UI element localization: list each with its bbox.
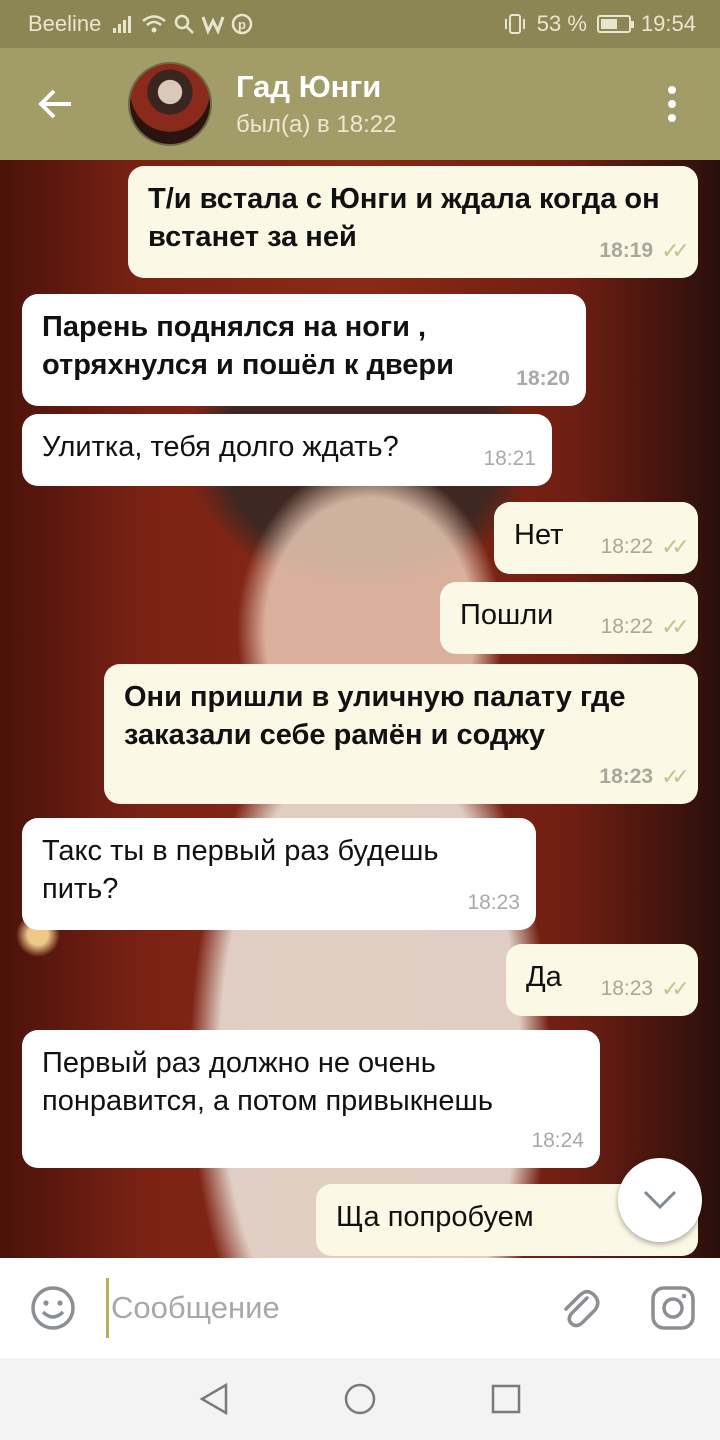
chat-area[interactable]: Т/и встала с Юнги и ждала когда он встан…	[0, 160, 720, 1258]
attach-button[interactable]	[532, 1258, 626, 1358]
arrow-left-icon	[38, 89, 71, 119]
message-bubble[interactable]: Пошли 18:22 ✓✓	[440, 582, 698, 654]
paperclip-icon	[564, 1290, 600, 1328]
clock: 19:54	[640, 11, 696, 36]
message-meta: 18:20	[516, 360, 570, 398]
message-text: Т/и встала с Юнги и ждала когда он встан…	[148, 183, 660, 253]
message-meta: 18:22 ✓✓	[600, 528, 690, 566]
message-text: Да	[526, 961, 562, 993]
message-meta: 18:21	[483, 440, 536, 478]
nav-recents-icon[interactable]	[488, 1381, 524, 1417]
vibrate-icon	[504, 14, 525, 34]
message-text: Пошли	[460, 599, 554, 631]
back-button[interactable]	[0, 48, 110, 160]
message-bubble[interactable]: Они пришли в уличную палату где заказали…	[104, 664, 698, 804]
status-icons: p	[111, 13, 253, 35]
system-nav-bar	[0, 1358, 720, 1440]
double-check-icon: ✓✓	[661, 614, 690, 639]
signal-icon	[113, 16, 132, 33]
more-vertical-icon	[668, 86, 676, 94]
nav-home-icon[interactable]	[342, 1381, 378, 1417]
contact-name: Гад Юнги	[236, 69, 382, 104]
message-time: 18:22	[600, 615, 654, 638]
wattpad-notification-icon	[201, 16, 225, 35]
message-meta: 18:19 ✓✓	[599, 232, 690, 270]
camera-icon	[651, 1286, 695, 1330]
message-meta: 18:23	[467, 884, 520, 922]
message-text: Такс ты в первый раз будешь пить?	[42, 835, 439, 905]
pinterest-notification-icon: p	[232, 13, 253, 35]
message-time: 18:20	[516, 367, 570, 390]
message-time: 18:19	[599, 239, 654, 262]
nav-back-icon[interactable]	[196, 1381, 232, 1417]
chevron-down-icon	[643, 1190, 677, 1210]
status-bar: Beeline p 53 % 19:54	[0, 0, 720, 48]
message-text: Улитка, тебя долго ждать?	[42, 431, 399, 463]
message-meta: 18:23 ✓✓	[599, 758, 690, 796]
message-text: Парень поднялся на ноги , отряхнулся и п…	[42, 311, 454, 381]
message-text: Нет	[514, 519, 564, 551]
message-bubble[interactable]: Такс ты в первый раз будешь пить? 18:23	[22, 818, 536, 930]
message-bubble[interactable]: Улитка, тебя долго ждать? 18:21	[22, 414, 552, 486]
message-time: 18:22	[600, 535, 654, 558]
message-time: 18:21	[483, 447, 536, 470]
message-meta: 18:24	[531, 1122, 584, 1160]
double-check-icon: ✓✓	[661, 534, 690, 559]
carrier-label: Beeline	[28, 11, 102, 36]
chat-title[interactable]: Гад Юнги был(а) в 18:22	[236, 69, 396, 139]
double-check-icon: ✓✓	[661, 764, 690, 789]
avatar[interactable]	[128, 62, 212, 146]
message-time: 18:23	[467, 891, 520, 914]
message-bubble[interactable]: Первый раз должно не очень понравится, а…	[22, 1030, 600, 1168]
wifi-icon	[142, 15, 167, 33]
message-time: 18:23	[600, 977, 654, 1000]
message-time: 18:24	[531, 1129, 584, 1152]
scroll-down-button[interactable]	[618, 1158, 702, 1242]
battery-percent: 53 %	[536, 11, 587, 36]
message-bubble[interactable]: Нет 18:22 ✓✓	[494, 502, 698, 574]
message-bubble[interactable]: Парень поднялся на ноги , отряхнулся и п…	[22, 294, 586, 406]
message-meta: 18:22 ✓✓	[600, 608, 690, 646]
search-notification-icon	[175, 14, 195, 34]
battery-icon	[596, 15, 634, 33]
smiley-icon	[31, 1286, 75, 1330]
composer	[0, 1258, 720, 1358]
double-check-icon: ✓✓	[661, 976, 690, 1001]
message-text: Первый раз должно не очень понравится, а…	[42, 1047, 493, 1117]
camera-button[interactable]	[626, 1258, 720, 1358]
message-meta: 18:23 ✓✓	[600, 970, 690, 1008]
message-bubble[interactable]: Т/и встала с Юнги и ждала когда он встан…	[128, 166, 698, 278]
more-menu-button[interactable]	[624, 48, 720, 160]
message-input[interactable]	[106, 1278, 532, 1338]
double-check-icon: ✓✓	[661, 238, 690, 263]
message-text: Они пришли в уличную палату где заказали…	[124, 681, 626, 751]
chat-header: Гад Юнги был(а) в 18:22	[0, 48, 720, 160]
message-text: Ща попробуем	[336, 1201, 534, 1233]
message-time: 18:23	[599, 765, 654, 788]
svg-text:p: p	[238, 17, 246, 32]
last-seen: был(а) в 18:22	[236, 111, 397, 138]
emoji-button[interactable]	[0, 1258, 106, 1358]
message-bubble[interactable]: Да 18:23 ✓✓	[506, 944, 698, 1016]
